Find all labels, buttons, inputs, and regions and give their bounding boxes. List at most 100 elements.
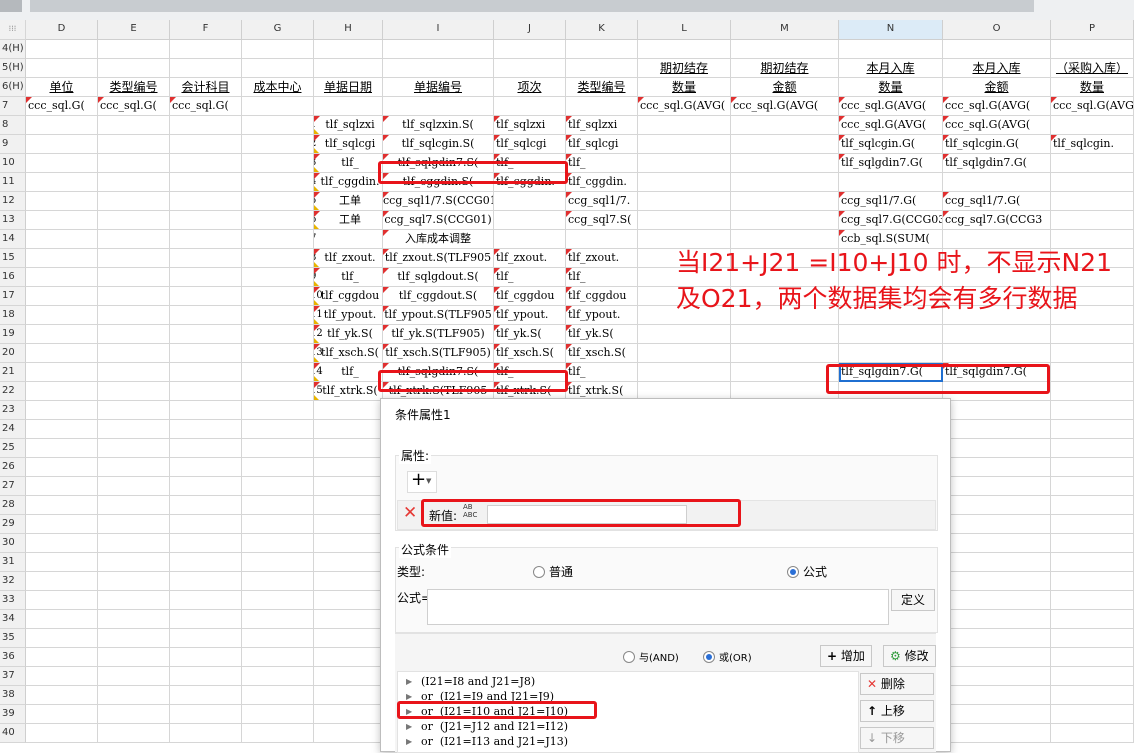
grid-cell[interactable] [26,553,98,572]
column-header-L[interactable]: L [638,20,731,40]
grid-cell[interactable] [566,97,638,116]
grid-cell[interactable] [98,268,170,287]
date-cell[interactable]: 5工单 [314,192,383,211]
grid-cell[interactable] [26,686,98,705]
grid-cell[interactable] [314,40,383,59]
grid-cell[interactable] [242,135,314,154]
or-radio[interactable]: 或(OR) [703,649,752,664]
data-cell-K[interactable]: tlf_yk.S( [566,325,638,344]
grid-cell[interactable] [638,135,731,154]
grid-cell[interactable] [242,629,314,648]
grid-cell[interactable] [943,705,1051,724]
grid-cell[interactable] [98,686,170,705]
grid-cell[interactable] [26,173,98,192]
grid-cell[interactable] [98,648,170,667]
remove-attribute-icon[interactable]: ✕ [403,503,417,523]
grid-cell[interactable] [242,724,314,743]
modify-condition-button[interactable]: ⚙ 修改 [883,645,936,667]
grid-cell[interactable] [731,154,839,173]
grid-cell[interactable] [242,686,314,705]
date-cell[interactable]: 4tlf_cggdin. [314,173,383,192]
grid-cell[interactable] [98,249,170,268]
grid-cell[interactable] [26,477,98,496]
grid-cell[interactable] [731,192,839,211]
grid-cell[interactable] [98,705,170,724]
grid-cell[interactable] [943,534,1051,553]
grid-cell[interactable] [242,173,314,192]
data-cell-P[interactable]: tlf_sqlcgin. [1051,135,1134,154]
column-header-F[interactable]: F [170,20,242,40]
grid-cell[interactable] [1051,705,1134,724]
date-cell[interactable]: 12tlf_yk.S( [314,325,383,344]
grid-cell[interactable] [1051,401,1134,420]
move-down-button[interactable]: ↓ 下移 [860,727,934,749]
grid-cell[interactable] [638,211,731,230]
grid-cell[interactable] [26,116,98,135]
grid-cell[interactable] [98,363,170,382]
grid-cell[interactable] [314,648,383,667]
grid-cell[interactable] [26,667,98,686]
grid-cell[interactable] [242,496,314,515]
grid-cell[interactable] [170,420,242,439]
row-header[interactable]: 30 [0,534,26,553]
grid-cell[interactable] [170,116,242,135]
grid-cell[interactable] [1051,572,1134,591]
grid-cell[interactable] [943,420,1051,439]
grid-cell[interactable] [1051,610,1134,629]
grid-cell[interactable] [314,515,383,534]
grid-cell[interactable] [383,97,494,116]
grid-cell[interactable] [731,211,839,230]
row-header[interactable]: 23 [0,401,26,420]
grid-cell[interactable] [383,40,494,59]
grid-cell[interactable] [943,648,1051,667]
grid-cell[interactable] [26,306,98,325]
grid-cell[interactable] [26,230,98,249]
grid-cell[interactable] [943,610,1051,629]
condition-item[interactable]: (I21=I8 and J21=J8) [421,675,535,688]
grid-cell[interactable] [943,572,1051,591]
grid-cell[interactable] [170,59,242,78]
data-cell-N[interactable]: ccg_sql7.G(CCG03 [839,211,943,230]
grid-cell[interactable] [98,211,170,230]
grid-cell[interactable] [314,629,383,648]
grid-cell[interactable] [242,610,314,629]
grid-cell[interactable] [1051,420,1134,439]
data-cell-P[interactable] [1051,211,1134,230]
grid-cell[interactable] [242,572,314,591]
grid-cell[interactable] [314,705,383,724]
grid-cell[interactable] [566,40,638,59]
condition-item[interactable]: or (J21=J12 and I21=I12) [421,720,568,733]
data-cell-J[interactable] [494,230,566,249]
grid-cell[interactable] [98,724,170,743]
grid-cell[interactable] [1051,629,1134,648]
data-cell-P[interactable] [1051,325,1134,344]
grid-cell[interactable] [242,306,314,325]
row-header[interactable]: 31 [0,553,26,572]
grid-cell[interactable] [242,230,314,249]
grid-cell[interactable] [242,363,314,382]
grid-cell[interactable] [494,59,566,78]
data-cell-I[interactable]: tlf_sqlzxin.S( [383,116,494,135]
data-cell-P[interactable] [1051,173,1134,192]
condition-item[interactable]: or (I21=I13 and J21=J13) [421,735,568,748]
grid-cell[interactable] [170,648,242,667]
grid-cell[interactable] [943,686,1051,705]
grid-cell[interactable] [1051,40,1134,59]
column-header-I[interactable]: I [383,20,494,40]
column-header-J[interactable]: J [494,20,566,40]
grid-cell[interactable] [26,135,98,154]
data-cell-J[interactable]: tlf_sqlcgi [494,135,566,154]
date-cell[interactable]: 6工单 [314,211,383,230]
row-header[interactable]: 38 [0,686,26,705]
grid-cell[interactable] [98,173,170,192]
grid-cell[interactable] [1051,591,1134,610]
grid-cell[interactable] [170,686,242,705]
data-cell-P[interactable] [1051,116,1134,135]
grid-cell[interactable] [98,534,170,553]
date-cell[interactable]: 7 [314,230,383,249]
grid-cell[interactable] [1051,515,1134,534]
column-header-K[interactable]: K [566,20,638,40]
grid-cell[interactable] [943,629,1051,648]
grid-cell[interactable] [943,667,1051,686]
data-cell-P[interactable] [1051,382,1134,401]
